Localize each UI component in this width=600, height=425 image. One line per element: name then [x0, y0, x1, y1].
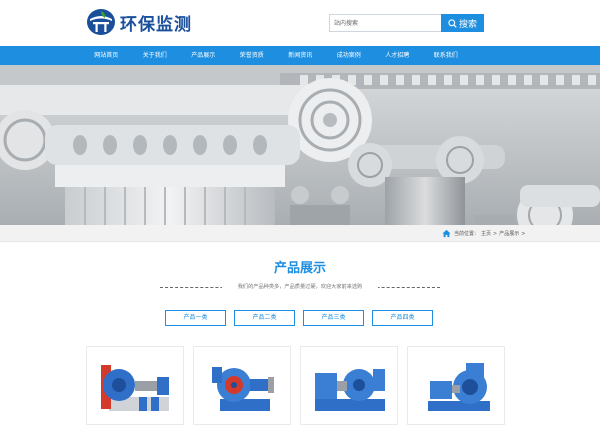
page: 环保监测 搜索 网站首页 关于我们 产品展示 荣誉资质 新闻资讯 成功案例 人才… [0, 0, 600, 425]
nav-item-about[interactable]: 关于我们 [131, 46, 180, 65]
nav-item-home[interactable]: 网站首页 [82, 46, 131, 65]
nav-item-contact[interactable]: 联系我们 [422, 46, 471, 65]
main-nav: 网站首页 关于我们 产品展示 荣誉资质 新闻资讯 成功案例 人才招聘 联系我们 [0, 46, 600, 65]
search-icon [448, 18, 457, 28]
breadcrumb-prefix: 当前位置： [454, 231, 480, 237]
breadcrumb-current[interactable]: 产品展示 [499, 230, 519, 237]
nav-item-cases[interactable]: 成功案例 [325, 46, 374, 65]
home-icon [442, 229, 451, 238]
product-image-fan-1 [101, 365, 169, 411]
category-tab-1[interactable]: 产品一类 [165, 310, 226, 326]
product-card-3[interactable] [300, 346, 398, 425]
product-image-fan-2 [212, 367, 274, 411]
nav-item-honors[interactable]: 荣誉资质 [228, 46, 277, 65]
breadcrumb-tail: > [521, 230, 526, 237]
search-button-label: 搜索 [458, 19, 477, 30]
product-image-fan-3 [315, 369, 385, 411]
banner-columns-image [0, 65, 600, 225]
category-tab-4[interactable]: 产品四类 [372, 310, 433, 326]
product-card-4[interactable] [407, 346, 505, 425]
section-subtitle: 我们的产品种类多，产品质量过硬，欢迎大家前来选购 [222, 283, 378, 292]
section-subtitle-row: 我们的产品种类多，产品质量过硬，欢迎大家前来选购 [160, 283, 440, 292]
logo[interactable]: 环保监测 [86, 8, 196, 36]
breadcrumb: 当前位置： 主页 > 产品展示 > [442, 228, 527, 239]
product-image-fan-4 [428, 363, 490, 411]
category-tabs: 产品一类 产品二类 产品三类 产品四类 [165, 310, 441, 326]
search-input[interactable] [329, 14, 441, 32]
nav-item-products[interactable]: 产品展示 [179, 46, 228, 65]
breadcrumb-bar: 当前位置： 主页 > 产品展示 > [0, 225, 600, 242]
logo-icon [87, 9, 115, 35]
breadcrumb-home-link[interactable]: 主页 [481, 230, 491, 237]
product-grid [86, 346, 514, 425]
logo-text: 环保监测 [120, 14, 192, 35]
product-card-1[interactable] [86, 346, 184, 425]
breadcrumb-separator: > [493, 230, 498, 237]
product-card-2[interactable] [193, 346, 291, 425]
hero-banner [0, 65, 600, 225]
header: 环保监测 搜索 [0, 0, 600, 46]
search-bar: 搜索 [329, 14, 512, 32]
search-button[interactable]: 搜索 [441, 14, 484, 32]
category-tab-2[interactable]: 产品二类 [234, 310, 295, 326]
nav-item-jobs[interactable]: 人才招聘 [373, 46, 422, 65]
section-title: 产品展示 [273, 261, 326, 276]
category-tab-3[interactable]: 产品三类 [303, 310, 364, 326]
nav-item-news[interactable]: 新闻资讯 [276, 46, 325, 65]
